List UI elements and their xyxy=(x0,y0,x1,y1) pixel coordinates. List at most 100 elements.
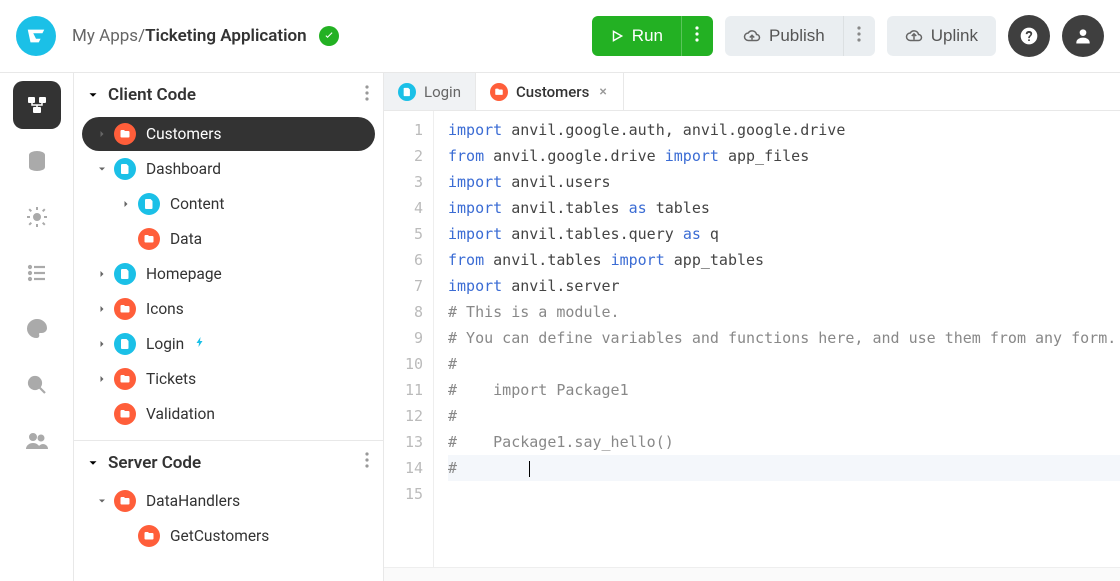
form-icon xyxy=(114,333,136,355)
chevron-down-icon xyxy=(84,456,102,470)
tab-close-button[interactable]: × xyxy=(597,84,608,100)
tree-item-label: Dashboard xyxy=(146,160,221,178)
breadcrumb-separator: / xyxy=(138,26,145,46)
line-number: 2 xyxy=(384,143,423,169)
code-line[interactable]: # You can define variables and functions… xyxy=(448,325,1120,351)
chevron-down-icon[interactable] xyxy=(90,495,114,507)
header: My Apps / Ticketing Application Run Publ… xyxy=(0,0,1120,73)
breadcrumb-app-name[interactable]: Ticketing Application xyxy=(145,26,307,46)
chevron-right-icon[interactable] xyxy=(90,268,114,280)
code-line[interactable]: import anvil.tables.query as q xyxy=(448,221,1120,247)
tree-item-dashboard[interactable]: Dashboard xyxy=(82,152,375,186)
chevron-right-icon[interactable] xyxy=(90,338,114,350)
tree-item-label: Tickets xyxy=(146,370,196,388)
chevron-right-icon[interactable] xyxy=(90,373,114,385)
chevron-right-icon[interactable] xyxy=(90,303,114,315)
rail-collaborators[interactable] xyxy=(13,417,61,465)
code-line[interactable]: # xyxy=(448,403,1120,429)
horizontal-scrollbar[interactable] xyxy=(384,567,1120,581)
client-code-section-header[interactable]: Client Code xyxy=(74,73,383,117)
tab-label: Customers xyxy=(516,83,589,101)
sidebar: Client Code Customers Dashboard Content Dat… xyxy=(73,73,384,581)
code-line[interactable]: import anvil.tables as tables xyxy=(448,195,1120,221)
tab-customers[interactable]: Customers × xyxy=(476,73,624,110)
tree-item-content[interactable]: Content xyxy=(82,187,375,221)
code-line[interactable]: from anvil.google.drive import app_files xyxy=(448,143,1120,169)
folder-icon xyxy=(138,525,160,547)
rail-settings[interactable] xyxy=(13,193,61,241)
breadcrumb-root[interactable]: My Apps xyxy=(72,26,138,46)
run-menu-button[interactable] xyxy=(681,16,713,56)
uplink-button[interactable]: Uplink xyxy=(887,16,996,56)
rail-database[interactable] xyxy=(13,137,61,185)
chevron-down-icon[interactable] xyxy=(90,163,114,175)
account-button[interactable] xyxy=(1062,15,1104,57)
publish-button-label: Publish xyxy=(769,26,825,46)
code-line[interactable]: import anvil.users xyxy=(448,169,1120,195)
tree-item-icons[interactable]: Icons xyxy=(82,292,375,326)
rail-theme[interactable] xyxy=(13,305,61,353)
tree-item-label: Data xyxy=(170,230,202,248)
line-number: 14 xyxy=(384,455,423,481)
rail-list[interactable] xyxy=(13,249,61,297)
tree-item-label: Login xyxy=(146,335,184,353)
chevron-right-icon[interactable] xyxy=(114,198,138,210)
help-button[interactable] xyxy=(1008,15,1050,57)
header-actions: Run Publish Uplink xyxy=(592,15,1104,57)
form-icon xyxy=(398,83,416,101)
chevron-right-icon[interactable] xyxy=(90,128,114,140)
line-number: 6 xyxy=(384,247,423,273)
run-button-label: Run xyxy=(632,26,663,46)
tree-item-label: Homepage xyxy=(146,265,222,283)
code-line[interactable]: from anvil.tables import app_tables xyxy=(448,247,1120,273)
code-line[interactable]: # xyxy=(448,455,1120,481)
server-code-tree: DataHandlers GetCustomers xyxy=(74,484,383,562)
tree-item-validation[interactable]: Validation xyxy=(82,397,375,431)
line-number: 9 xyxy=(384,325,423,351)
code-line[interactable]: # This is a module. xyxy=(448,299,1120,325)
server-code-section-header[interactable]: Server Code xyxy=(74,440,383,484)
tree-item-data[interactable]: Data xyxy=(82,222,375,256)
rail-search[interactable] xyxy=(13,361,61,409)
publish-button[interactable]: Publish xyxy=(725,16,843,56)
text-cursor xyxy=(529,461,530,477)
rail-app-browser[interactable] xyxy=(13,81,61,129)
publish-menu-button[interactable] xyxy=(843,16,875,56)
breadcrumb: My Apps / Ticketing Application xyxy=(72,26,339,46)
code-line[interactable]: import anvil.google.auth, anvil.google.d… xyxy=(448,117,1120,143)
tree-item-login[interactable]: Login xyxy=(82,327,375,361)
code-line[interactable]: # xyxy=(448,351,1120,377)
line-number: 10 xyxy=(384,351,423,377)
line-number: 13 xyxy=(384,429,423,455)
nav-rail xyxy=(0,73,73,581)
client-code-menu[interactable] xyxy=(361,85,373,106)
tree-item-getcustomers[interactable]: GetCustomers xyxy=(82,519,375,553)
tree-item-tickets[interactable]: Tickets xyxy=(82,362,375,396)
code-body[interactable]: import anvil.google.auth, anvil.google.d… xyxy=(434,111,1120,567)
tab-label: Login xyxy=(424,83,461,101)
line-number: 7 xyxy=(384,273,423,299)
anvil-logo[interactable] xyxy=(16,16,56,56)
form-icon xyxy=(138,193,160,215)
client-code-title: Client Code xyxy=(108,85,196,105)
code-line[interactable]: # Package1.say_hello() xyxy=(448,429,1120,455)
code-editor[interactable]: 123456789101112131415 import anvil.googl… xyxy=(384,111,1120,567)
tree-item-label: GetCustomers xyxy=(170,527,269,545)
tree-item-label: Icons xyxy=(146,300,184,318)
editor-tabs: Login Customers × xyxy=(384,73,1120,111)
folder-icon xyxy=(138,228,160,250)
chevron-down-icon xyxy=(84,88,102,102)
line-number: 12 xyxy=(384,403,423,429)
code-line[interactable]: # import Package1 xyxy=(448,377,1120,403)
tab-login[interactable]: Login xyxy=(384,73,476,110)
code-line[interactable]: import anvil.server xyxy=(448,273,1120,299)
tree-item-datahandlers[interactable]: DataHandlers xyxy=(82,484,375,518)
tree-item-customers[interactable]: Customers xyxy=(82,117,375,151)
server-code-menu[interactable] xyxy=(361,452,373,473)
editor-area: LoginCustomers× 123456789101112131415 im… xyxy=(384,73,1120,581)
tree-item-homepage[interactable]: Homepage xyxy=(82,257,375,291)
run-button[interactable]: Run xyxy=(592,16,681,56)
code-line[interactable] xyxy=(448,481,1120,507)
form-icon xyxy=(114,263,136,285)
line-number: 4 xyxy=(384,195,423,221)
